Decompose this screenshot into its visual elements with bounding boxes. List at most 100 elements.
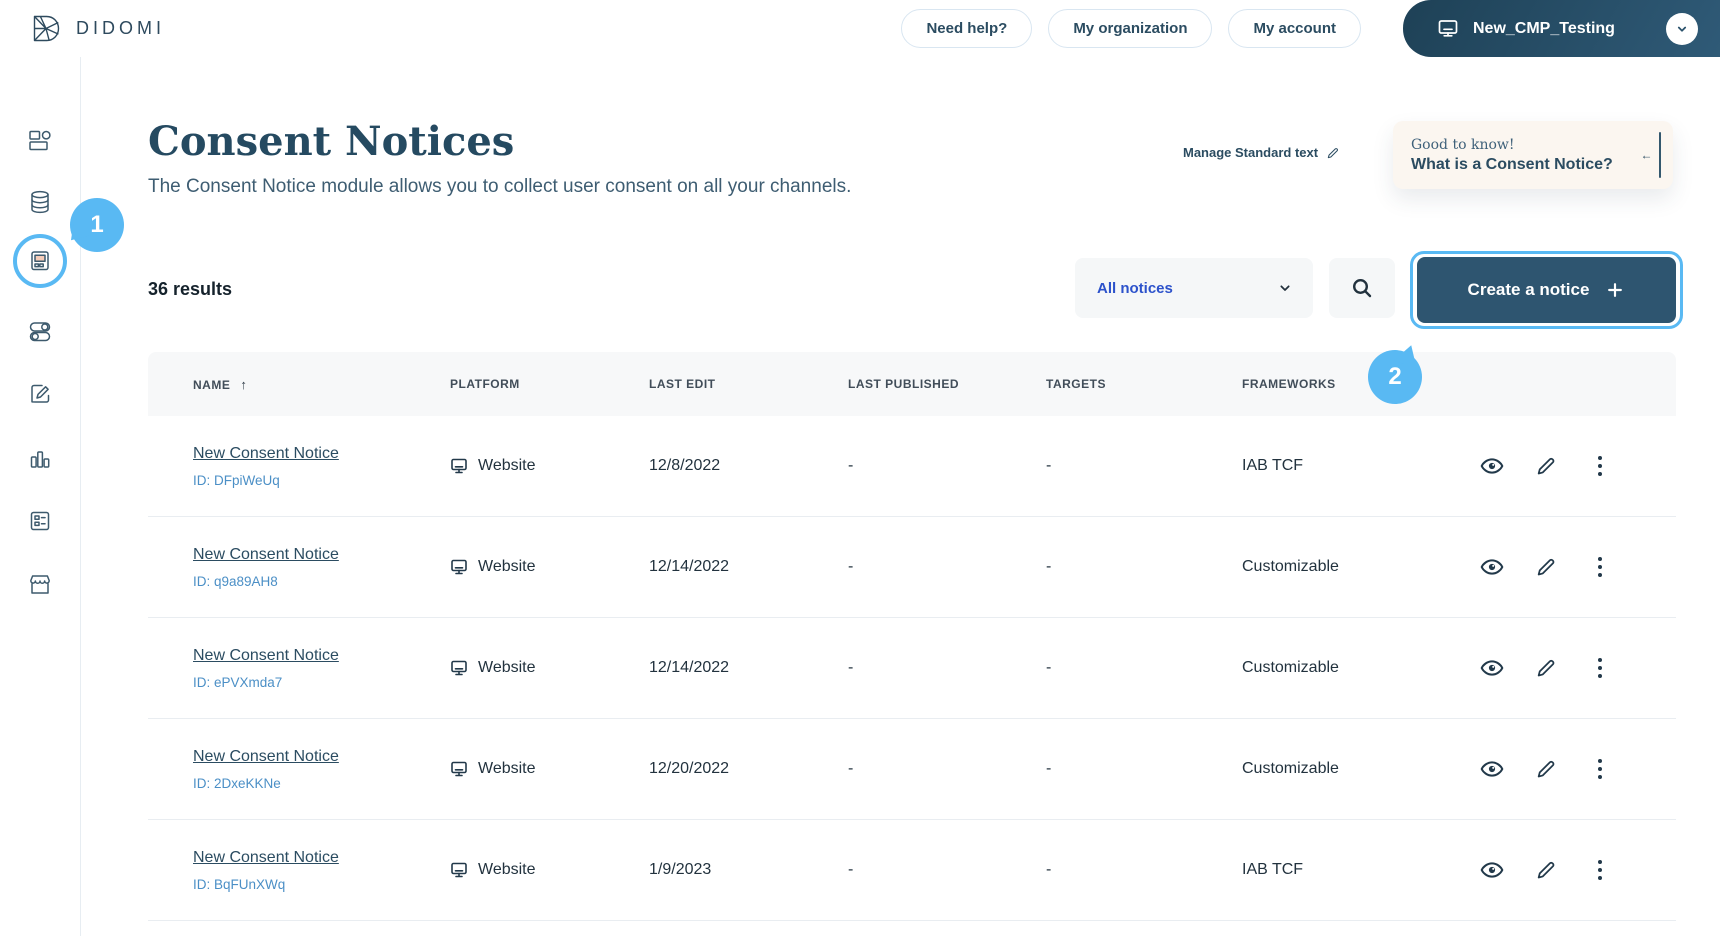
callout-title-link[interactable]: What is a Consent Notice?	[1411, 156, 1613, 174]
platform-label: Website	[478, 558, 536, 576]
last-published-value: -	[848, 861, 1046, 879]
chevron-down-icon	[1277, 280, 1293, 296]
platform-cell: Website	[450, 457, 649, 475]
actions-cell	[1438, 555, 1676, 579]
more-options-button[interactable]	[1588, 757, 1612, 781]
sidebar-item-preferences[interactable]	[25, 316, 55, 346]
platform-cell: Website	[450, 760, 649, 778]
last-edit-value: 12/14/2022	[649, 659, 848, 677]
notice-id: ID: q9a89AH8	[193, 574, 450, 589]
notice-name-link[interactable]: New Consent Notice	[193, 849, 339, 867]
more-options-button[interactable]	[1588, 858, 1612, 882]
more-options-button[interactable]	[1588, 555, 1612, 579]
notice-name-link[interactable]: New Consent Notice	[193, 445, 339, 463]
actions-cell	[1438, 757, 1676, 781]
table-body: New Consent Notice ID: DFpiWeUq Website …	[148, 416, 1676, 921]
platform-cell: Website	[450, 659, 649, 677]
page-title: Consent Notices	[148, 119, 514, 165]
pencil-icon	[1535, 859, 1557, 881]
frameworks-value: IAB TCF	[1242, 861, 1438, 879]
preview-eye-button[interactable]	[1480, 555, 1504, 579]
actions-cell	[1438, 656, 1676, 680]
sidebar-item-data-manager[interactable]	[25, 187, 55, 217]
more-options-button[interactable]	[1588, 454, 1612, 478]
edit-pencil-button[interactable]	[1534, 454, 1558, 478]
callout-collapse-control[interactable]: ←	[1641, 132, 1662, 178]
header-nav: Need help? My organization My account Ne…	[901, 0, 1720, 57]
eye-icon	[1480, 858, 1504, 882]
notice-name-link[interactable]: New Consent Notice	[193, 748, 339, 766]
table-row: New Consent Notice ID: 2DxeKKNe Website …	[148, 719, 1676, 820]
notice-id: ID: ePVXmda7	[193, 675, 450, 690]
preview-eye-button[interactable]	[1480, 454, 1504, 478]
create-notice-button[interactable]: Create a notice	[1417, 257, 1676, 323]
table-row-partial	[148, 921, 1676, 936]
my-organization-button[interactable]: My organization	[1048, 9, 1212, 48]
sidebar-item-widgets[interactable]	[25, 379, 55, 409]
eye-icon	[1480, 555, 1504, 579]
last-published-value: -	[848, 659, 1046, 677]
bar-chart-icon	[27, 446, 53, 472]
page-subtitle: The Consent Notice module allows you to …	[148, 176, 851, 198]
sidebar-item-analytics[interactable]	[25, 444, 55, 474]
notice-name-link[interactable]: New Consent Notice	[193, 546, 339, 564]
column-header-last-published[interactable]: LAST PUBLISHED	[848, 377, 1046, 391]
table-row: New Consent Notice ID: DFpiWeUq Website …	[148, 416, 1676, 517]
notices-filter-dropdown[interactable]: All notices	[1075, 258, 1313, 318]
annotation-step-1-number: 1	[90, 211, 103, 239]
table-row: New Consent Notice ID: BqFUnXWq Website …	[148, 820, 1676, 921]
edit-pencil-button[interactable]	[1534, 555, 1558, 579]
brand-name: DIDOMI	[76, 18, 165, 39]
callout-cursor-bar	[1659, 132, 1662, 178]
didomi-brand[interactable]: DIDOMI	[0, 13, 165, 45]
organization-switcher[interactable]: New_CMP_Testing	[1403, 0, 1720, 57]
platform-label: Website	[478, 760, 536, 778]
frameworks-value: IAB TCF	[1242, 457, 1438, 475]
report-list-icon	[27, 508, 53, 534]
name-cell: New Consent Notice ID: ePVXmda7	[148, 647, 450, 690]
eye-icon	[1480, 656, 1504, 680]
preview-eye-button[interactable]	[1480, 757, 1504, 781]
column-header-name[interactable]: NAME↑	[148, 377, 450, 392]
targets-value: -	[1046, 861, 1242, 879]
overview-grid-icon	[27, 127, 53, 153]
sidebar-item-marketplace[interactable]	[25, 570, 55, 600]
notice-id: ID: 2DxeKKNe	[193, 776, 450, 791]
pencil-icon	[1535, 657, 1557, 679]
notice-id: ID: BqFUnXWq	[193, 877, 450, 892]
need-help-button[interactable]: Need help?	[901, 9, 1032, 48]
eye-icon	[1480, 454, 1504, 478]
search-button[interactable]	[1329, 258, 1395, 318]
last-published-value: -	[848, 457, 1046, 475]
name-cell: New Consent Notice ID: 2DxeKKNe	[148, 748, 450, 791]
search-icon	[1350, 276, 1374, 300]
website-monitor-icon	[450, 659, 468, 677]
edit-pencil-button[interactable]	[1534, 858, 1558, 882]
manage-standard-text-label: Manage Standard text	[1183, 145, 1318, 160]
platform-cell: Website	[450, 558, 649, 576]
more-options-button[interactable]	[1588, 656, 1612, 680]
edit-pencil-button[interactable]	[1534, 757, 1558, 781]
last-edit-value: 12/20/2022	[649, 760, 848, 778]
actions-cell	[1438, 858, 1676, 882]
sidebar-item-overview[interactable]	[25, 125, 55, 155]
consent-notices-screen: DIDOMI Need help? My organization My acc…	[0, 0, 1720, 936]
callout-texts: Good to know! What is a Consent Notice?	[1411, 137, 1613, 174]
edit-pencil-button[interactable]	[1534, 656, 1558, 680]
org-chevron-button[interactable]	[1666, 13, 1698, 45]
results-count: 36 results	[148, 279, 232, 300]
platform-cell: Website	[450, 861, 649, 879]
left-arrow-icon: ←	[1641, 148, 1653, 162]
my-account-button[interactable]: My account	[1228, 9, 1361, 48]
sidebar-item-reports[interactable]	[25, 506, 55, 536]
column-header-last-edit[interactable]: LAST EDIT	[649, 377, 848, 391]
preview-eye-button[interactable]	[1480, 656, 1504, 680]
pencil-icon	[1535, 758, 1557, 780]
notice-name-link[interactable]: New Consent Notice	[193, 647, 339, 665]
manage-standard-text-link[interactable]: Manage Standard text	[1183, 145, 1340, 160]
preview-eye-button[interactable]	[1480, 858, 1504, 882]
column-header-platform[interactable]: PLATFORM	[450, 377, 649, 391]
platform-label: Website	[478, 659, 536, 677]
column-header-targets[interactable]: TARGETS	[1046, 377, 1242, 391]
platform-label: Website	[478, 457, 536, 475]
